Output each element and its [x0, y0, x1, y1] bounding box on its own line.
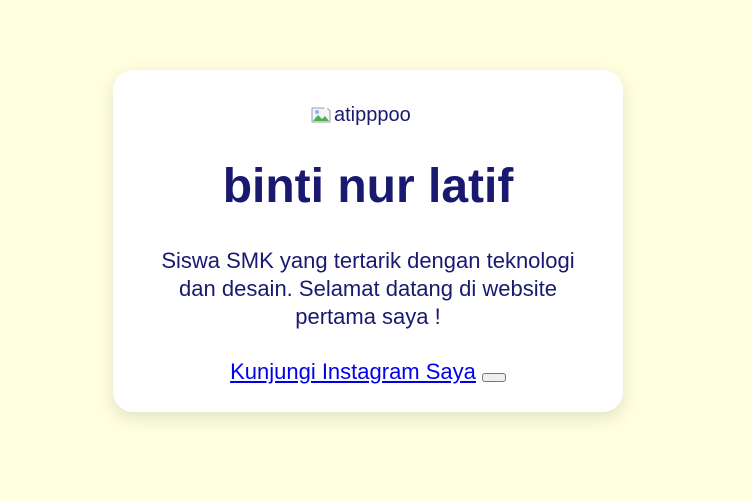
- link-row: Kunjungi Instagram Saya: [113, 355, 623, 385]
- profile-card: atipppoo binti nur latif Siswa SMK yang …: [113, 70, 623, 412]
- page-title: binti nur latif: [222, 160, 514, 213]
- avatar: atipppoo: [310, 104, 426, 126]
- bio-text: Siswa SMK yang tertarik dengan teknologi…: [161, 248, 575, 329]
- small-button[interactable]: [481, 373, 506, 382]
- instagram-link[interactable]: Kunjungi Instagram Saya: [230, 359, 476, 385]
- avatar-alt-text: atipppoo: [334, 104, 411, 126]
- avatar-container: atipppoo: [113, 103, 623, 127]
- broken-image-icon: [310, 105, 334, 125]
